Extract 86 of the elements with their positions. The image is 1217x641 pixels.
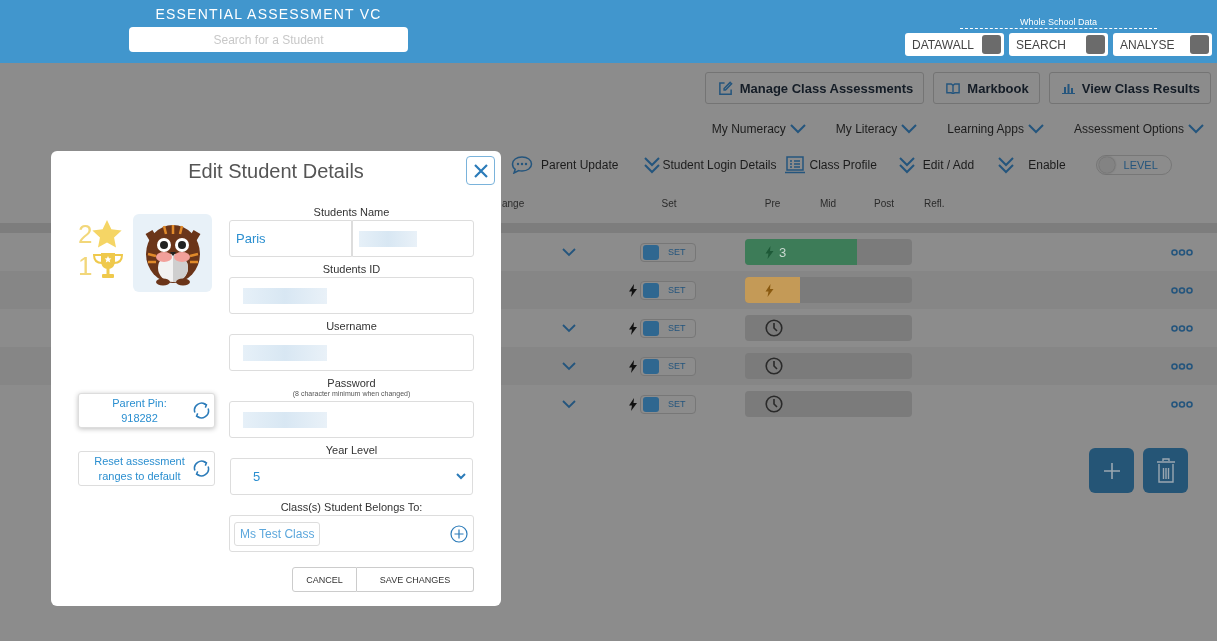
text-field[interactable] bbox=[229, 277, 474, 314]
book-icon bbox=[946, 82, 961, 94]
trophy-count: 1 bbox=[78, 252, 93, 280]
chevron-down-icon bbox=[1188, 124, 1204, 134]
dialog-title: Edit Student Details bbox=[187, 159, 365, 183]
close-button[interactable] bbox=[466, 156, 495, 185]
lightning-icon bbox=[765, 245, 774, 259]
field-label: Students Name bbox=[312, 206, 391, 220]
column-header: ange bbox=[502, 197, 526, 209]
double-chevron-icon bbox=[898, 156, 915, 174]
column-header: Mid bbox=[818, 197, 838, 209]
field-label: Class(s) Student Belongs To: bbox=[279, 501, 424, 515]
toggle-switch[interactable] bbox=[982, 35, 1001, 54]
year-level-select[interactable]: 5 bbox=[230, 458, 473, 495]
column-header: Refl. bbox=[923, 197, 946, 209]
text-field[interactable] bbox=[229, 401, 474, 438]
menu-dropdown[interactable]: Assessment Options bbox=[1073, 119, 1204, 139]
chevron-down-icon[interactable] bbox=[562, 361, 576, 371]
star-icon bbox=[92, 220, 123, 248]
toolbar-button[interactable]: Class Profile bbox=[784, 156, 877, 174]
first-name-field[interactable]: Paris bbox=[229, 220, 352, 257]
reset-ranges-button[interactable]: Reset assessment ranges to default bbox=[78, 451, 215, 486]
lightning-icon bbox=[765, 283, 774, 297]
bar-chart-icon bbox=[1061, 82, 1075, 94]
plus-icon bbox=[1103, 462, 1120, 479]
field-label: Students ID bbox=[321, 263, 382, 277]
chevron-down-icon[interactable] bbox=[562, 247, 576, 257]
column-header: Set bbox=[660, 197, 678, 209]
refresh-icon bbox=[192, 459, 211, 478]
group-label: Whole School Data bbox=[959, 17, 1157, 29]
menu-dropdown[interactable]: My Literacy bbox=[835, 119, 918, 139]
more-options-icon[interactable] bbox=[1171, 286, 1193, 294]
more-options-icon[interactable] bbox=[1171, 362, 1193, 370]
chevron-down-icon bbox=[789, 124, 806, 134]
toggle-switch[interactable] bbox=[1086, 35, 1105, 54]
toolbar-button[interactable]: Edit / Add bbox=[898, 156, 975, 174]
chevron-down-icon[interactable] bbox=[562, 399, 576, 409]
menu-dropdown[interactable]: My Numeracy bbox=[711, 119, 806, 139]
column-header: Pre bbox=[763, 197, 782, 209]
app-title: ESSENTIAL ASSESSMENT VC bbox=[155, 6, 382, 24]
last-name-field[interactable] bbox=[351, 220, 474, 257]
action-button[interactable]: View Class Results bbox=[1048, 72, 1211, 104]
column-header: Post bbox=[873, 197, 895, 209]
chat-icon bbox=[511, 156, 533, 174]
clock-icon bbox=[765, 395, 783, 413]
star-count: 2 bbox=[78, 220, 93, 248]
add-circle-icon[interactable] bbox=[450, 524, 468, 543]
chevron-down-icon[interactable] bbox=[562, 323, 576, 333]
refresh-icon bbox=[192, 401, 211, 420]
menu-dropdown[interactable]: Learning Apps bbox=[947, 119, 1044, 139]
more-options-icon[interactable] bbox=[1171, 324, 1193, 332]
field-label: Username bbox=[325, 320, 378, 334]
chevron-down-icon bbox=[1027, 124, 1044, 134]
field-label: Password bbox=[326, 377, 377, 391]
parent-pin-button[interactable]: Parent Pin: 918282 bbox=[78, 393, 215, 428]
clock-icon bbox=[765, 319, 783, 337]
toggle-button[interactable]: ANALYSE bbox=[1113, 33, 1212, 56]
toggle-switch[interactable] bbox=[1190, 35, 1209, 54]
score-text: 3 bbox=[779, 244, 787, 260]
more-options-icon[interactable] bbox=[1171, 248, 1193, 256]
double-chevron-icon bbox=[998, 156, 1015, 174]
chevron-down-icon bbox=[456, 473, 466, 480]
text-field[interactable] bbox=[229, 334, 474, 371]
checklist-icon bbox=[784, 156, 807, 174]
toolbar-button[interactable]: Parent Update bbox=[511, 156, 619, 174]
more-options-icon[interactable] bbox=[1171, 400, 1193, 408]
chevron-down-icon bbox=[901, 124, 918, 134]
edit-icon bbox=[717, 80, 733, 96]
close-icon bbox=[473, 163, 488, 178]
toolbar-button[interactable]: Student Login Details bbox=[644, 156, 777, 174]
trophy-icon bbox=[92, 252, 125, 280]
add-button[interactable] bbox=[1089, 448, 1134, 493]
toggle-button[interactable]: DATAWALL bbox=[905, 33, 1004, 56]
action-button[interactable]: Markbook bbox=[933, 72, 1040, 104]
delete-button[interactable] bbox=[1143, 448, 1188, 493]
field-label: Year Level bbox=[324, 444, 379, 458]
class-chip[interactable]: Ms Test Class bbox=[234, 521, 321, 546]
save-button[interactable]: SAVE CHANGES bbox=[357, 567, 474, 592]
clock-icon bbox=[765, 357, 783, 375]
cancel-button[interactable]: CANCEL bbox=[292, 567, 357, 592]
toolbar-button[interactable]: Enable bbox=[998, 156, 1066, 174]
toggle-button[interactable]: SEARCH bbox=[1009, 33, 1108, 56]
action-button[interactable]: Manage Class Assessments bbox=[704, 72, 925, 104]
class-field[interactable]: Ms Test Class bbox=[229, 515, 474, 552]
double-chevron-icon bbox=[644, 156, 661, 174]
trash-icon bbox=[1155, 457, 1176, 484]
